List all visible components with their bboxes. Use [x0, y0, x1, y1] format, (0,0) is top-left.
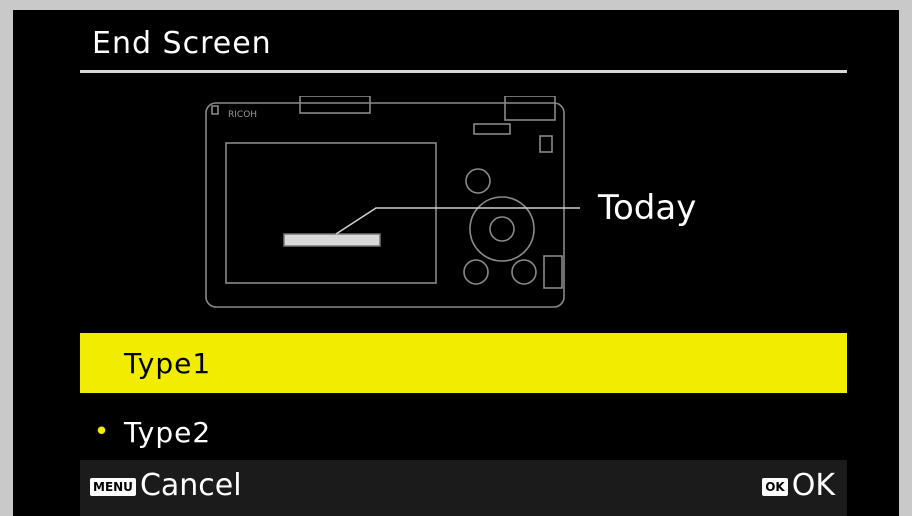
ok-button[interactable]: OK OK	[762, 468, 835, 503]
camera-brand-text: RICOH	[228, 110, 257, 120]
option-label: Type2	[124, 415, 212, 449]
option-type1[interactable]: Type1	[80, 333, 847, 393]
ok-label: OK	[791, 468, 835, 503]
page-title: End Screen	[92, 26, 272, 61]
option-label: Type1	[124, 346, 212, 380]
title-divider	[80, 70, 847, 73]
footer-bar: MENU Cancel OK OK	[80, 460, 847, 516]
option-type2[interactable]: • Type2	[80, 402, 847, 462]
camera-back-illustration-icon: RICOH	[205, 96, 580, 308]
menu-badge: MENU	[90, 477, 136, 496]
left-edge	[0, 0, 13, 516]
callout-label: Today	[598, 188, 697, 228]
cancel-label: Cancel	[139, 468, 242, 503]
current-setting-dot-icon: •	[93, 417, 111, 447]
cancel-button[interactable]: MENU Cancel	[90, 468, 242, 503]
top-edge	[0, 0, 912, 10]
right-edge	[899, 0, 912, 516]
ok-badge: OK	[762, 477, 788, 496]
